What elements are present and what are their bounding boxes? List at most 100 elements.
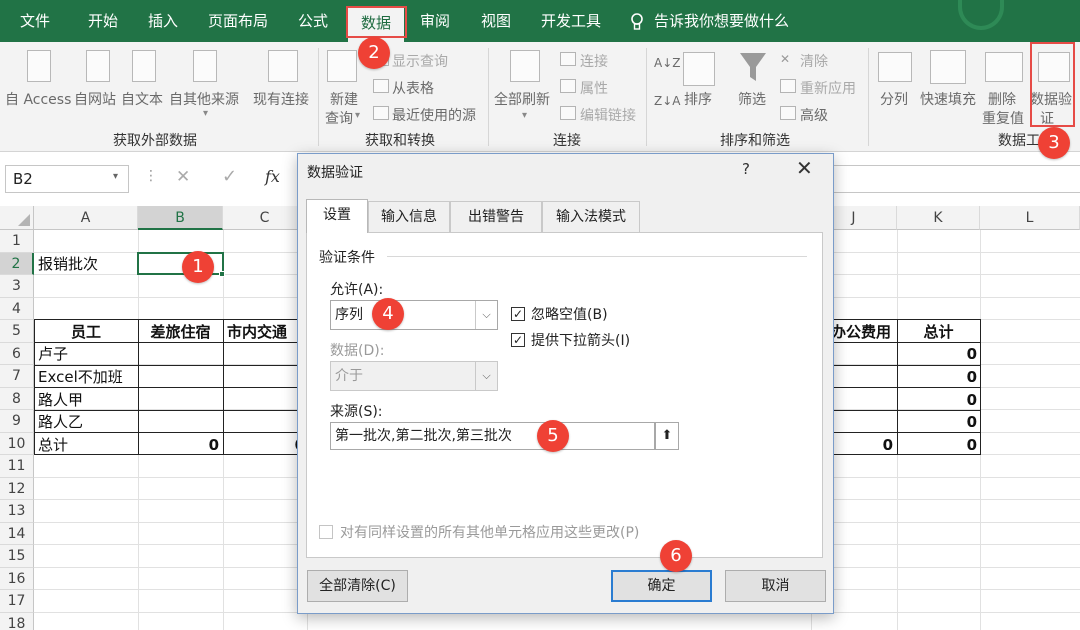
cell-k8[interactable]: 0 — [897, 389, 977, 411]
tell-me-search[interactable]: 告诉我你想要做什么 — [654, 0, 789, 42]
existing-connections-button[interactable]: 现有连接 — [253, 89, 309, 109]
advanced-filter-button[interactable]: 高级 — [800, 105, 828, 125]
help-button[interactable]: ? — [742, 160, 750, 178]
column-header-k[interactable]: K — [897, 206, 980, 230]
cancel-button[interactable]: 取消 — [725, 570, 826, 602]
menu-file[interactable]: 文件 — [20, 0, 50, 42]
remove-duplicates-line1[interactable]: 删除 — [988, 89, 1016, 109]
select-all-corner[interactable] — [0, 206, 34, 230]
sort-z-a-button[interactable]: Z↓A — [654, 94, 680, 108]
name-box[interactable]: B2 — [5, 165, 129, 193]
ok-button[interactable]: 确定 — [611, 570, 712, 602]
cell-a7[interactable]: Excel不加班 — [38, 366, 123, 388]
cell-b10[interactable]: 0 — [138, 434, 219, 456]
row-header[interactable]: 11 — [0, 455, 34, 478]
menu-page-layout[interactable]: 页面布局 — [208, 0, 268, 42]
row-header[interactable]: 15 — [0, 545, 34, 568]
column-header-b[interactable]: B — [138, 206, 223, 230]
header-total[interactable]: 总计 — [897, 321, 980, 343]
row-header[interactable]: 2 — [0, 252, 34, 275]
sort-a-z-button[interactable]: A↓Z — [654, 56, 680, 70]
clear-filter-button[interactable]: 清除 — [800, 51, 828, 71]
header-local-transport[interactable]: 市内交通 — [223, 321, 307, 343]
row-header[interactable]: 3 — [0, 275, 34, 298]
cell-a6[interactable]: 卢子 — [38, 343, 68, 365]
refresh-all-button[interactable]: 全部刷新 — [494, 89, 550, 109]
filter-button[interactable]: 筛选 — [738, 89, 766, 109]
clear-all-button[interactable]: 全部清除(C) — [307, 570, 408, 602]
show-queries-button[interactable]: 显示查询 — [392, 51, 448, 71]
tab-error-alert[interactable]: 出错警告 — [450, 201, 542, 232]
row-header[interactable]: 10 — [0, 432, 34, 455]
close-button[interactable]: ✕ — [796, 156, 813, 180]
sort-button[interactable]: 排序 — [684, 89, 712, 109]
tab-ime-mode[interactable]: 输入法模式 — [542, 201, 640, 232]
column-header-l[interactable]: L — [980, 206, 1080, 230]
ribbon: 自 Access 自网站 自文本 自其他来源 ▾ 现有连接 获取外部数据 新建 … — [0, 42, 1080, 152]
collapse-dialog-icon[interactable]: ⬆ — [655, 422, 679, 450]
row-header[interactable]: 9 — [0, 410, 34, 433]
row-header[interactable]: 4 — [0, 297, 34, 320]
cell-k9[interactable]: 0 — [897, 411, 977, 433]
header-travel-lodging[interactable]: 差旅住宿 — [138, 321, 223, 343]
row-header[interactable]: 8 — [0, 387, 34, 410]
menu-review[interactable]: 审阅 — [420, 0, 450, 42]
new-query-button-line2[interactable]: 查询 — [325, 108, 353, 128]
from-table-button[interactable]: 从表格 — [392, 78, 434, 98]
confirm-entry-button[interactable]: ✓ — [222, 166, 237, 187]
row-header[interactable]: 7 — [0, 365, 34, 388]
reapply-button[interactable]: 重新应用 — [800, 78, 856, 98]
source-input[interactable]: 第一批次,第二批次,第三批次 — [330, 422, 655, 450]
recent-sources-button[interactable]: 最近使用的源 — [392, 105, 476, 125]
table-border — [811, 387, 980, 388]
from-web-button[interactable]: 自网站 — [74, 89, 116, 109]
column-header-c[interactable]: C — [223, 206, 307, 230]
row-header[interactable]: 12 — [0, 477, 34, 500]
in-cell-dropdown-checkbox[interactable]: ✓ — [511, 333, 525, 347]
cell-a9[interactable]: 路人乙 — [38, 411, 83, 433]
formula-input[interactable] — [832, 165, 1080, 193]
cell-a8[interactable]: 路人甲 — [38, 389, 83, 411]
edit-links-button[interactable]: 编辑链接 — [580, 105, 636, 125]
row-header[interactable]: 16 — [0, 567, 34, 590]
cell-a2[interactable]: 报销批次 — [38, 253, 98, 275]
row-header[interactable]: 13 — [0, 500, 34, 523]
menu-formulas[interactable]: 公式 — [298, 0, 328, 42]
allow-select[interactable]: 序列 ⌵ — [330, 300, 498, 330]
from-access-button[interactable]: 自 Access — [5, 89, 71, 109]
menu-insert[interactable]: 插入 — [148, 0, 178, 42]
cell-a10[interactable]: 总计 — [38, 434, 68, 456]
data-select: 介于 ⌵ — [330, 361, 498, 391]
from-other-sources-button[interactable]: 自其他来源 — [169, 89, 239, 109]
text-to-columns-button[interactable]: 分列 — [880, 89, 908, 109]
connections-button[interactable]: 连接 — [580, 51, 608, 71]
row-header[interactable]: 5 — [0, 320, 34, 343]
row-header[interactable]: 6 — [0, 342, 34, 365]
row-header[interactable]: 17 — [0, 590, 34, 613]
cell-k10[interactable]: 0 — [897, 434, 977, 456]
cell-k7[interactable]: 0 — [897, 366, 977, 388]
menu-view[interactable]: 视图 — [481, 0, 511, 42]
highlight-data-validation — [1030, 42, 1075, 127]
remove-duplicates-line2[interactable]: 重复值 — [982, 108, 1024, 128]
row-header[interactable]: 18 — [0, 612, 34, 630]
cell-c10[interactable]: 0 — [223, 434, 305, 456]
from-text-button[interactable]: 自文本 — [121, 89, 163, 109]
tab-input-message[interactable]: 输入信息 — [368, 201, 450, 232]
row-header[interactable]: 14 — [0, 522, 34, 545]
properties-button[interactable]: 属性 — [580, 78, 608, 98]
allow-select-value: 序列 — [335, 307, 363, 323]
tab-settings[interactable]: 设置 — [306, 199, 368, 233]
fill-handle[interactable] — [219, 271, 225, 277]
row-header[interactable]: 1 — [0, 230, 34, 253]
flash-fill-button[interactable]: 快速填充 — [920, 89, 976, 109]
insert-function-button[interactable]: fx — [265, 167, 280, 186]
menu-home[interactable]: 开始 — [88, 0, 118, 42]
header-employee[interactable]: 员工 — [34, 321, 138, 343]
new-query-button-line1[interactable]: 新建 — [330, 89, 358, 109]
menu-developer[interactable]: 开发工具 — [541, 0, 601, 42]
cell-k6[interactable]: 0 — [897, 343, 977, 365]
ignore-blank-checkbox[interactable]: ✓ — [511, 307, 525, 321]
column-header-a[interactable]: A — [34, 206, 138, 230]
cancel-entry-button[interactable]: ✕ — [176, 167, 190, 187]
